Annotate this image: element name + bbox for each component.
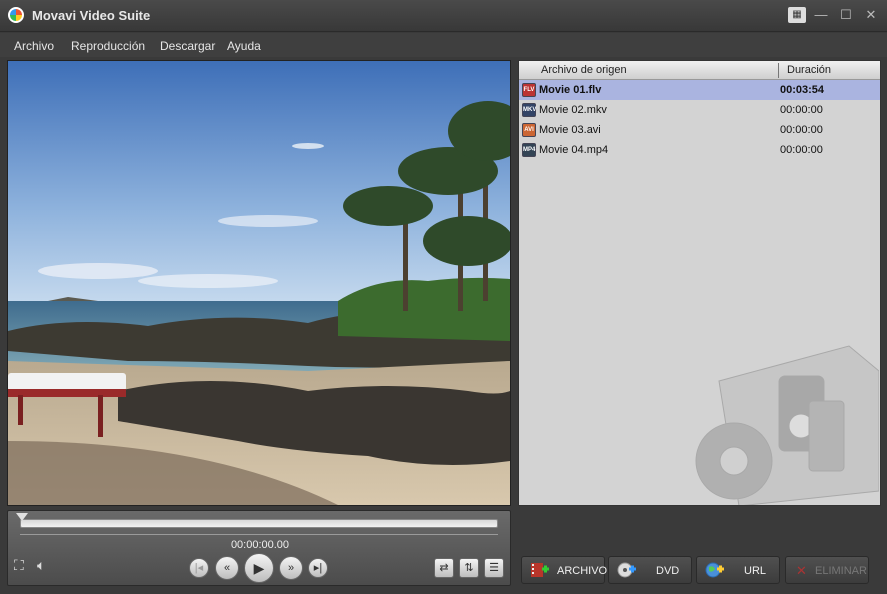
disc-plus-icon <box>617 562 636 578</box>
seek-divider <box>20 534 498 535</box>
menu-descargar[interactable]: Descargar <box>160 39 215 53</box>
delete-label: ELIMINAR <box>815 565 867 577</box>
add-file-button[interactable]: ARCHIVO <box>521 556 608 584</box>
mkv-icon: MKV <box>522 103 536 117</box>
seek-bar[interactable] <box>20 519 498 528</box>
add-file-label: ARCHIVO <box>557 565 608 577</box>
title-bar: Movavi Video Suite ▦ — ☐ ✕ <box>0 0 887 32</box>
close-button[interactable]: ✕ <box>862 7 880 23</box>
film-plus-icon <box>531 563 549 577</box>
skip-end-button[interactable]: ▸| <box>308 558 328 578</box>
file-duration: 00:00:00 <box>780 104 823 116</box>
flv-icon: FLV <box>522 83 536 97</box>
player-controls: 00:00:00.00 ⛶ 🔈︎ |◂ « ▶ » ▸| ⇄ ⇅ ☰ <box>7 510 511 586</box>
delete-button[interactable]: ✕ ELIMINAR <box>785 556 869 584</box>
fullscreen-icon[interactable]: ⛶ <box>14 557 24 574</box>
minimize-button[interactable]: — <box>812 7 830 23</box>
volume-icon[interactable]: 🔈︎ <box>37 557 45 574</box>
add-dvd-label: DVD <box>656 565 680 577</box>
file-duration: 00:03:54 <box>780 84 825 96</box>
file-row[interactable]: AVI Movie 03.avi 00:00:00 <box>519 120 880 140</box>
sort-icon[interactable]: ⇅ <box>459 558 479 578</box>
menu-ayuda[interactable]: Ayuda <box>227 39 261 53</box>
video-preview[interactable] <box>7 60 511 506</box>
list-icon[interactable]: ☰ <box>484 558 504 578</box>
skip-start-button[interactable]: |◂ <box>189 558 209 578</box>
timecode-display: 00:00:00.00 <box>230 539 290 551</box>
media-devices-watermark-icon <box>695 345 879 505</box>
file-duration: 00:00:00 <box>780 124 823 136</box>
add-url-button[interactable]: URL <box>696 556 780 584</box>
window-title: Movavi Video Suite <box>32 8 151 23</box>
rewind-button[interactable]: « <box>215 556 239 580</box>
file-list-panel: Archivo de origen Duración FLV Movie 01.… <box>518 60 881 506</box>
menu-bar: Archivo Reproducción Descargar Ayuda <box>0 33 887 57</box>
file-name: Movie 01.flv <box>539 84 602 96</box>
file-list-header: Archivo de origen Duración <box>519 61 880 80</box>
globe-plus-icon <box>705 562 724 578</box>
play-button[interactable]: ▶ <box>244 553 274 583</box>
file-row[interactable]: FLV Movie 01.flv 00:03:54 <box>519 80 880 100</box>
maximize-button[interactable]: ☐ <box>837 7 855 23</box>
beach-scene-image <box>8 61 510 505</box>
column-duration[interactable]: Duración <box>787 64 831 76</box>
file-name: Movie 03.avi <box>539 124 601 136</box>
file-duration: 00:00:00 <box>780 144 823 156</box>
delete-icon: ✕ <box>796 563 807 578</box>
menu-reproduccion[interactable]: Reproducción <box>71 39 145 53</box>
add-url-label: URL <box>744 565 767 577</box>
media-icon[interactable]: ▦ <box>788 7 806 23</box>
seek-handle[interactable] <box>16 513 28 521</box>
menu-archivo[interactable]: Archivo <box>14 39 54 53</box>
rotate-icon[interactable]: ⇄ <box>434 558 454 578</box>
column-separator <box>778 63 779 78</box>
file-row[interactable]: MKV Movie 02.mkv 00:00:00 <box>519 100 880 120</box>
fast-forward-button[interactable]: » <box>279 556 303 580</box>
mp4-icon: MP4 <box>522 143 536 157</box>
file-row[interactable]: MP4 Movie 04.mp4 00:00:00 <box>519 140 880 160</box>
avi-icon: AVI <box>522 123 536 137</box>
column-source[interactable]: Archivo de origen <box>541 64 627 76</box>
file-name: Movie 04.mp4 <box>539 144 609 156</box>
app-logo-icon <box>8 7 24 23</box>
add-dvd-button[interactable]: DVD <box>608 556 692 584</box>
file-name: Movie 02.mkv <box>539 104 607 116</box>
